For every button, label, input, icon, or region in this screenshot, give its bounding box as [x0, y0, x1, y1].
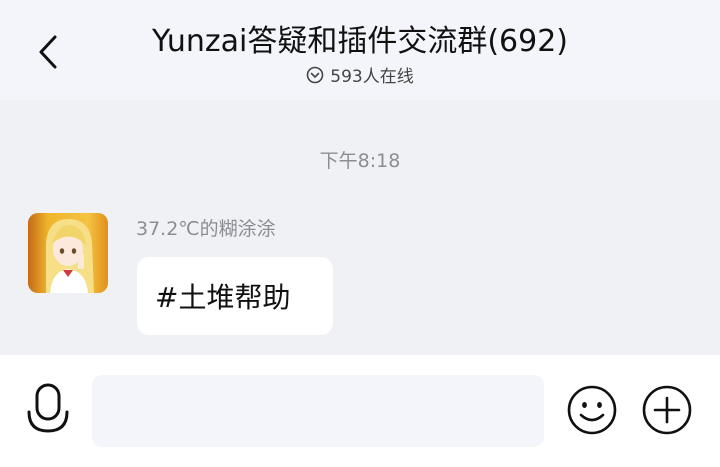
message-input[interactable]: [92, 375, 544, 447]
avatar[interactable]: [28, 213, 108, 293]
avatar-image: [28, 213, 108, 293]
chat-header: Yunzai答疑和插件交流群(692) 593人在线: [0, 0, 720, 100]
message-timestamp: 下午8:18: [319, 150, 401, 172]
online-count[interactable]: 593人在线: [0, 62, 720, 87]
emoji-icon: [567, 385, 617, 435]
group-title[interactable]: Yunzai答疑和插件交流群(692): [0, 16, 720, 60]
message-bubble[interactable]: #土堆帮助: [137, 257, 333, 335]
emoji-button[interactable]: [566, 384, 618, 436]
chevron-down-circle-icon: [306, 66, 324, 83]
more-button[interactable]: [641, 384, 693, 436]
plus-icon: [642, 385, 692, 435]
microphone-icon: [27, 383, 69, 433]
message-text: #土堆帮助: [155, 281, 291, 314]
voice-button[interactable]: [24, 382, 72, 438]
online-count-label: 593人在线: [330, 67, 414, 87]
message-sender-name[interactable]: 37.2℃的糊涂涂: [136, 214, 276, 241]
